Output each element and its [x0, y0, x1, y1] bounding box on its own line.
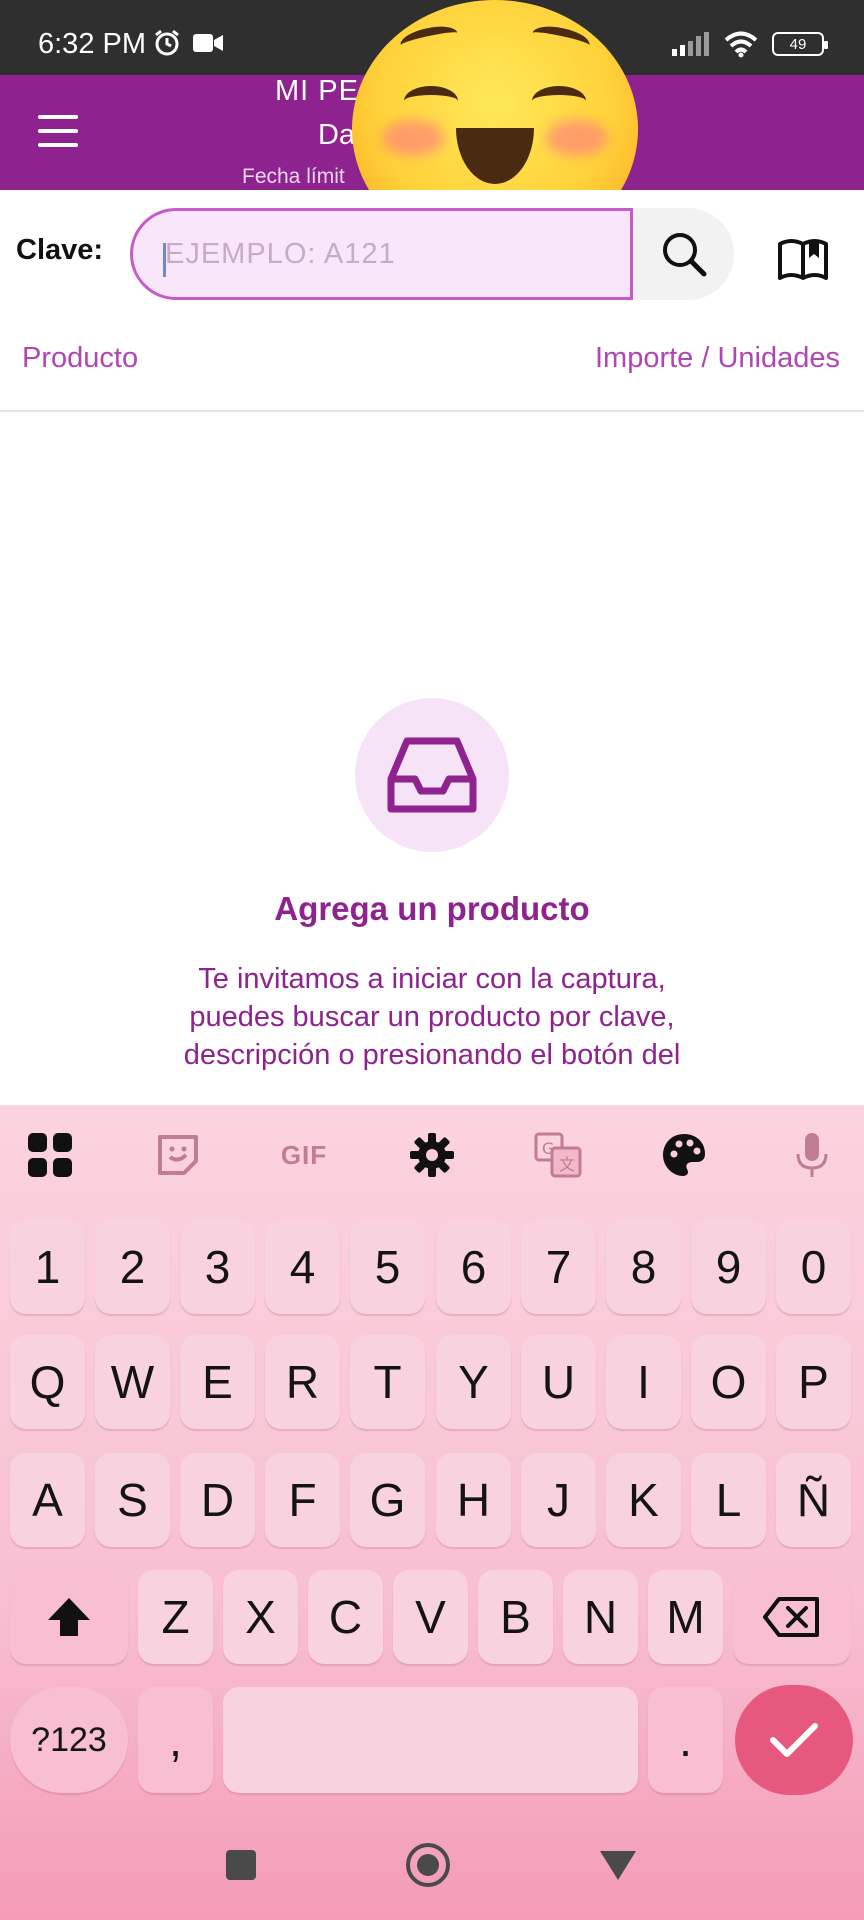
shift-key[interactable]	[10, 1570, 128, 1664]
inbox-tray-icon	[387, 737, 477, 813]
key-k[interactable]: K	[606, 1453, 681, 1547]
search-button[interactable]	[634, 208, 734, 300]
back-button[interactable]	[595, 1842, 641, 1888]
key-5[interactable]: 5	[350, 1220, 425, 1314]
key-t[interactable]: T	[350, 1335, 425, 1429]
column-amount-units: Importe / Unidades	[594, 342, 840, 374]
battery-icon: 49	[772, 32, 828, 56]
apps-grid-icon[interactable]	[22, 1127, 78, 1183]
search-label: Clave:	[16, 234, 104, 266]
shift-arrow-icon	[48, 1598, 90, 1636]
key-u[interactable]: U	[521, 1335, 596, 1429]
space-bar[interactable]	[223, 1687, 638, 1793]
key-c[interactable]: C	[308, 1570, 383, 1664]
sticker-icon[interactable]	[150, 1127, 206, 1183]
key-b[interactable]: B	[478, 1570, 553, 1664]
magnifier-icon	[663, 233, 707, 277]
search-input[interactable]	[130, 208, 633, 300]
checkmark-icon	[770, 1723, 818, 1757]
key-9[interactable]: 9	[691, 1220, 766, 1314]
navigation-bar	[0, 1810, 864, 1920]
key-8[interactable]: 8	[606, 1220, 681, 1314]
period-key[interactable]: .	[648, 1687, 723, 1793]
settings-gear-icon[interactable]	[404, 1127, 460, 1183]
key-7[interactable]: 7	[521, 1220, 596, 1314]
deadline-text: Fecha límit	[242, 165, 345, 188]
catalog-button[interactable]	[770, 230, 836, 286]
wifi-icon	[724, 31, 758, 58]
key-x[interactable]: X	[223, 1570, 298, 1664]
key-r[interactable]: R	[265, 1335, 340, 1429]
key-e[interactable]: E	[180, 1335, 255, 1429]
enter-button[interactable]	[735, 1685, 853, 1795]
key-f[interactable]: F	[265, 1453, 340, 1547]
key-n[interactable]: N	[563, 1570, 638, 1664]
svg-text:文: 文	[559, 1155, 575, 1174]
page-subtitle: Da	[318, 119, 356, 151]
key-l[interactable]: L	[691, 1453, 766, 1547]
backspace-icon	[763, 1597, 819, 1637]
key-z[interactable]: Z	[138, 1570, 213, 1664]
hamburger-menu-icon[interactable]	[38, 115, 78, 147]
key-6[interactable]: 6	[436, 1220, 511, 1314]
key-3[interactable]: 3	[180, 1220, 255, 1314]
text-caret	[163, 243, 166, 277]
gif-button[interactable]: GIF	[276, 1127, 332, 1183]
key-1[interactable]: 1	[10, 1220, 85, 1314]
key-s[interactable]: S	[95, 1453, 170, 1547]
column-product: Producto	[22, 342, 139, 374]
signal-icon	[672, 32, 709, 56]
microphone-icon[interactable]	[784, 1127, 840, 1183]
back-triangle-icon	[600, 1851, 636, 1880]
recent-apps-button[interactable]	[218, 1842, 264, 1888]
key-j[interactable]: J	[521, 1453, 596, 1547]
key-h[interactable]: H	[436, 1453, 511, 1547]
soft-keyboard: GIF G文 1 2 3 4 5 6 7 8 9 0 Q W E R T Y U…	[0, 1105, 864, 1920]
key-v[interactable]: V	[393, 1570, 468, 1664]
search-row: Clave:	[0, 190, 864, 310]
status-left-icons	[152, 28, 224, 58]
home-button[interactable]	[405, 1842, 451, 1888]
page-title: MI PE	[275, 75, 359, 107]
translate-icon[interactable]: G文	[530, 1127, 586, 1183]
alarm-icon	[155, 29, 179, 56]
status-right-icons: 49	[670, 30, 828, 58]
battery-level: 49	[789, 35, 807, 53]
key-w[interactable]: W	[95, 1335, 170, 1429]
symbols-key[interactable]: ?123	[10, 1687, 128, 1793]
comma-key[interactable]: ,	[138, 1687, 213, 1793]
key-m[interactable]: M	[648, 1570, 723, 1664]
status-time: 6:32 PM	[38, 28, 146, 60]
video-icon	[193, 34, 223, 52]
key-q[interactable]: Q	[10, 1335, 85, 1429]
empty-state-icon	[355, 698, 509, 852]
key-y[interactable]: Y	[436, 1335, 511, 1429]
backspace-key[interactable]	[733, 1570, 851, 1664]
home-circle-icon	[406, 1843, 450, 1887]
key-n-tilde[interactable]: Ñ	[776, 1453, 851, 1547]
key-g[interactable]: G	[350, 1453, 425, 1547]
empty-state-description: Te invitamos a iniciar con la captura, p…	[183, 963, 681, 1071]
key-2[interactable]: 2	[95, 1220, 170, 1314]
key-i[interactable]: I	[606, 1335, 681, 1429]
key-p[interactable]: P	[776, 1335, 851, 1429]
key-a[interactable]: A	[10, 1453, 85, 1547]
column-headers: Producto Importe / Unidades	[0, 332, 864, 412]
square-icon	[226, 1850, 256, 1880]
key-d[interactable]: D	[180, 1453, 255, 1547]
empty-state-title: Agrega un producto	[274, 890, 590, 927]
palette-icon[interactable]	[656, 1127, 712, 1183]
svg-text:G: G	[542, 1139, 554, 1158]
key-0[interactable]: 0	[776, 1220, 851, 1314]
key-o[interactable]: O	[691, 1335, 766, 1429]
key-4[interactable]: 4	[265, 1220, 340, 1314]
open-book-icon	[778, 239, 828, 280]
